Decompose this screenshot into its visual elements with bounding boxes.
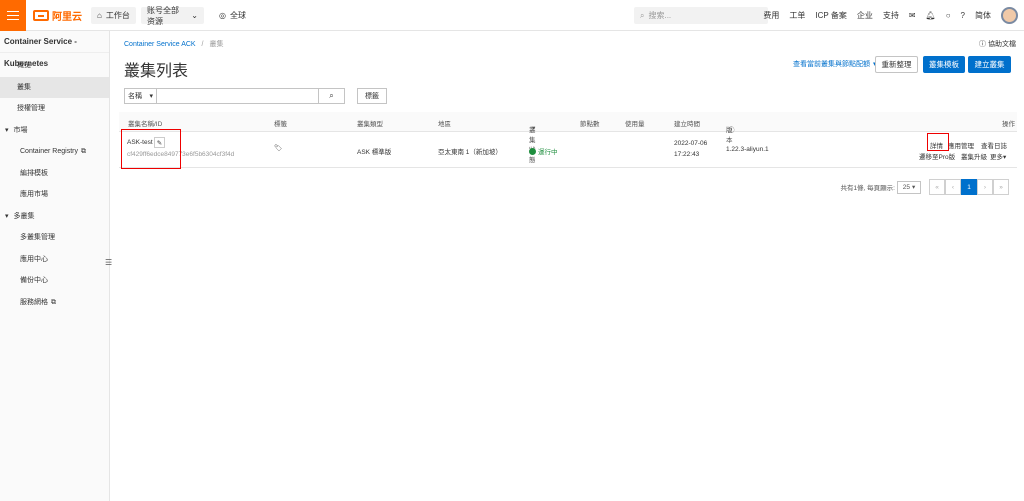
- app-management-link[interactable]: 應用管理: [948, 140, 974, 150]
- next-page-button[interactable]: ›: [977, 179, 993, 195]
- caret-down-icon: ▾: [911, 184, 916, 191]
- more-actions-dropdown[interactable]: 更多▾: [990, 151, 1006, 161]
- top-link-support[interactable]: 支持: [883, 10, 899, 21]
- caret-down-icon: ▾: [5, 212, 9, 220]
- created-date: 2022-07-06: [674, 140, 708, 147]
- table-row: ASK-test ✎ cf429ff6edce849773e6f5b6304cf…: [119, 132, 1017, 168]
- help-circle-icon: ⓘ: [979, 41, 986, 48]
- region-selector[interactable]: ◎ 全球: [213, 7, 252, 24]
- sidebar-title: Container Service - Kubernetes: [0, 31, 109, 68]
- help-icon[interactable]: ?: [961, 11, 965, 20]
- search-icon: ⌕: [640, 10, 645, 20]
- top-link-tickets[interactable]: 工单: [789, 10, 805, 21]
- sidebar-item-templates[interactable]: 編排模板: [0, 163, 109, 185]
- header-created: 建立時間: [674, 121, 700, 128]
- top-links: 费用 工单 ICP 备案 企业 支持 ✉ 🔔︎ ○ ? 简体: [763, 0, 1024, 31]
- top-link-icp[interactable]: ICP 备案: [815, 10, 846, 21]
- page-title: 叢集列表: [124, 63, 189, 80]
- sidebar-item-clusters[interactable]: 叢集: [0, 76, 109, 98]
- page-number-button[interactable]: 1: [961, 179, 977, 195]
- language-switch[interactable]: 简体: [975, 10, 991, 21]
- search-icon: ⌕: [329, 91, 334, 100]
- filter-bar: 名稱 ▾ ⌕ 標籤: [124, 88, 387, 104]
- create-cluster-button[interactable]: 建立叢集: [968, 56, 1011, 73]
- avatar[interactable]: [1001, 7, 1018, 24]
- chevron-down-icon: ⌄: [191, 11, 198, 20]
- top-link-billing[interactable]: 费用: [763, 10, 779, 21]
- cluster-version: 1.22.3-aliyun.1: [726, 146, 769, 153]
- filter-field-select[interactable]: 名稱 ▾: [124, 88, 157, 104]
- workbench-button[interactable]: ⌂ 工作台: [91, 7, 136, 24]
- prev-page-button[interactable]: ‹: [945, 179, 961, 195]
- sidebar-item-app-center[interactable]: 應用中心: [0, 249, 109, 271]
- sidebar-group-market[interactable]: ▾ 市場: [0, 120, 109, 142]
- filter-caret-icon: ▾: [532, 125, 536, 132]
- filter-input[interactable]: [157, 88, 319, 104]
- tag-filter-button[interactable]: 標籤: [357, 88, 387, 104]
- breadcrumb: Container Service ACK / 叢集: [124, 41, 224, 48]
- cluster-upgrade-link[interactable]: 叢集升級: [961, 151, 987, 161]
- home-icon: ⌂: [97, 11, 102, 20]
- globe-icon: ◎: [219, 11, 226, 20]
- sidebar-item-container-registry[interactable]: Container Registry ⧉: [0, 141, 109, 163]
- external-link-icon: ⧉: [51, 298, 56, 306]
- header-name: 叢集名稱/ID: [128, 121, 163, 128]
- sidebar-item-authorization[interactable]: 授權管理: [0, 98, 109, 120]
- cluster-type: ASK 標準版: [357, 149, 392, 156]
- header-usage: 使用量: [625, 121, 645, 128]
- header-actions: 操作: [1002, 121, 1015, 128]
- sidebar-group-multicluster[interactable]: ▾ 多叢集: [0, 206, 109, 228]
- header-type: 叢集類型: [357, 121, 383, 128]
- cluster-region: 亞太東南 1（新加坡）: [438, 149, 502, 156]
- page-size-select[interactable]: 25 ▾: [897, 180, 921, 194]
- last-page-button[interactable]: »: [993, 179, 1009, 195]
- help-docs-link[interactable]: ⓘ 協助文檔: [979, 39, 1016, 49]
- bulb-icon[interactable]: ○: [946, 11, 951, 20]
- pagination-summary: 共有1條, 每頁顯示:: [840, 185, 895, 192]
- sidebar-item-service-mesh[interactable]: 服務網格 ⧉: [0, 292, 109, 314]
- bell-icon[interactable]: 🔔︎: [926, 11, 936, 20]
- first-page-button[interactable]: «: [929, 179, 945, 195]
- caret-down-icon: ▾: [149, 93, 153, 100]
- top-bar: 阿里云 ⌂ 工作台 账号全部资源 ⌄ ◎ 全球 ⌕ 搜索... 费用 工单 ICP 备案…: [0, 0, 1024, 31]
- quota-link[interactable]: 查看當前叢集與節點配額▾: [793, 59, 877, 69]
- menu-icon[interactable]: [0, 0, 26, 31]
- sidebar-item-overview[interactable]: 概览: [0, 55, 109, 77]
- created-time: 17:22:43: [674, 151, 700, 158]
- main-content: Container Service ACK / 叢集 ⓘ 協助文檔 叢集列表 查看…: [111, 31, 1024, 501]
- header-tags: 標籤: [274, 121, 287, 128]
- highlight-box-cluster-name: [121, 129, 181, 169]
- message-icon[interactable]: ✉: [909, 11, 916, 20]
- breadcrumb-root[interactable]: Container Service ACK: [124, 41, 196, 48]
- header-region: 地區: [438, 121, 451, 128]
- sidebar: Container Service - Kubernetes 概览 叢集 授權管…: [0, 31, 110, 501]
- sidebar-item-app-market[interactable]: 應用市場: [0, 184, 109, 206]
- status-running-icon: [529, 148, 536, 155]
- breadcrumb-current: 叢集: [209, 41, 224, 48]
- external-link-icon: ⧉: [80, 148, 86, 155]
- caret-down-icon: ▾: [1003, 154, 1007, 161]
- tag-icon[interactable]: 🏷︎: [274, 144, 282, 152]
- sidebar-item-multicluster-management[interactable]: 多叢集管理: [0, 227, 109, 249]
- cluster-template-button[interactable]: 叢集模板: [923, 56, 965, 73]
- cluster-status: 運行中: [529, 146, 558, 156]
- highlight-box-details: [927, 133, 949, 151]
- top-link-enterprise[interactable]: 企业: [857, 10, 873, 21]
- resource-scope-dropdown[interactable]: 账号全部资源 ⌄: [141, 6, 204, 26]
- logo[interactable]: 阿里云: [33, 9, 82, 23]
- caret-down-icon: ▾: [5, 126, 9, 134]
- view-logs-link[interactable]: 查看日誌: [981, 140, 1007, 150]
- pagination: 共有1條, 每頁顯示: 25 ▾ « ‹ 1 › »: [840, 179, 1009, 195]
- search-input[interactable]: ⌕ 搜索...: [634, 7, 768, 24]
- header-nodes: 節點數: [580, 121, 600, 128]
- search-button[interactable]: ⌕: [319, 88, 345, 104]
- logo-mark-icon: [33, 10, 49, 21]
- table-header: 叢集名稱/ID 標籤 叢集類型 地區 叢集狀態▾ 節點數 使用量 建立時間 版本…: [119, 112, 1017, 164]
- refresh-button[interactable]: 重新整理: [875, 56, 918, 73]
- migrate-to-pro-link[interactable]: 遷移至Pro版: [919, 151, 955, 161]
- sidebar-item-backup-center[interactable]: 備份中心: [0, 270, 109, 292]
